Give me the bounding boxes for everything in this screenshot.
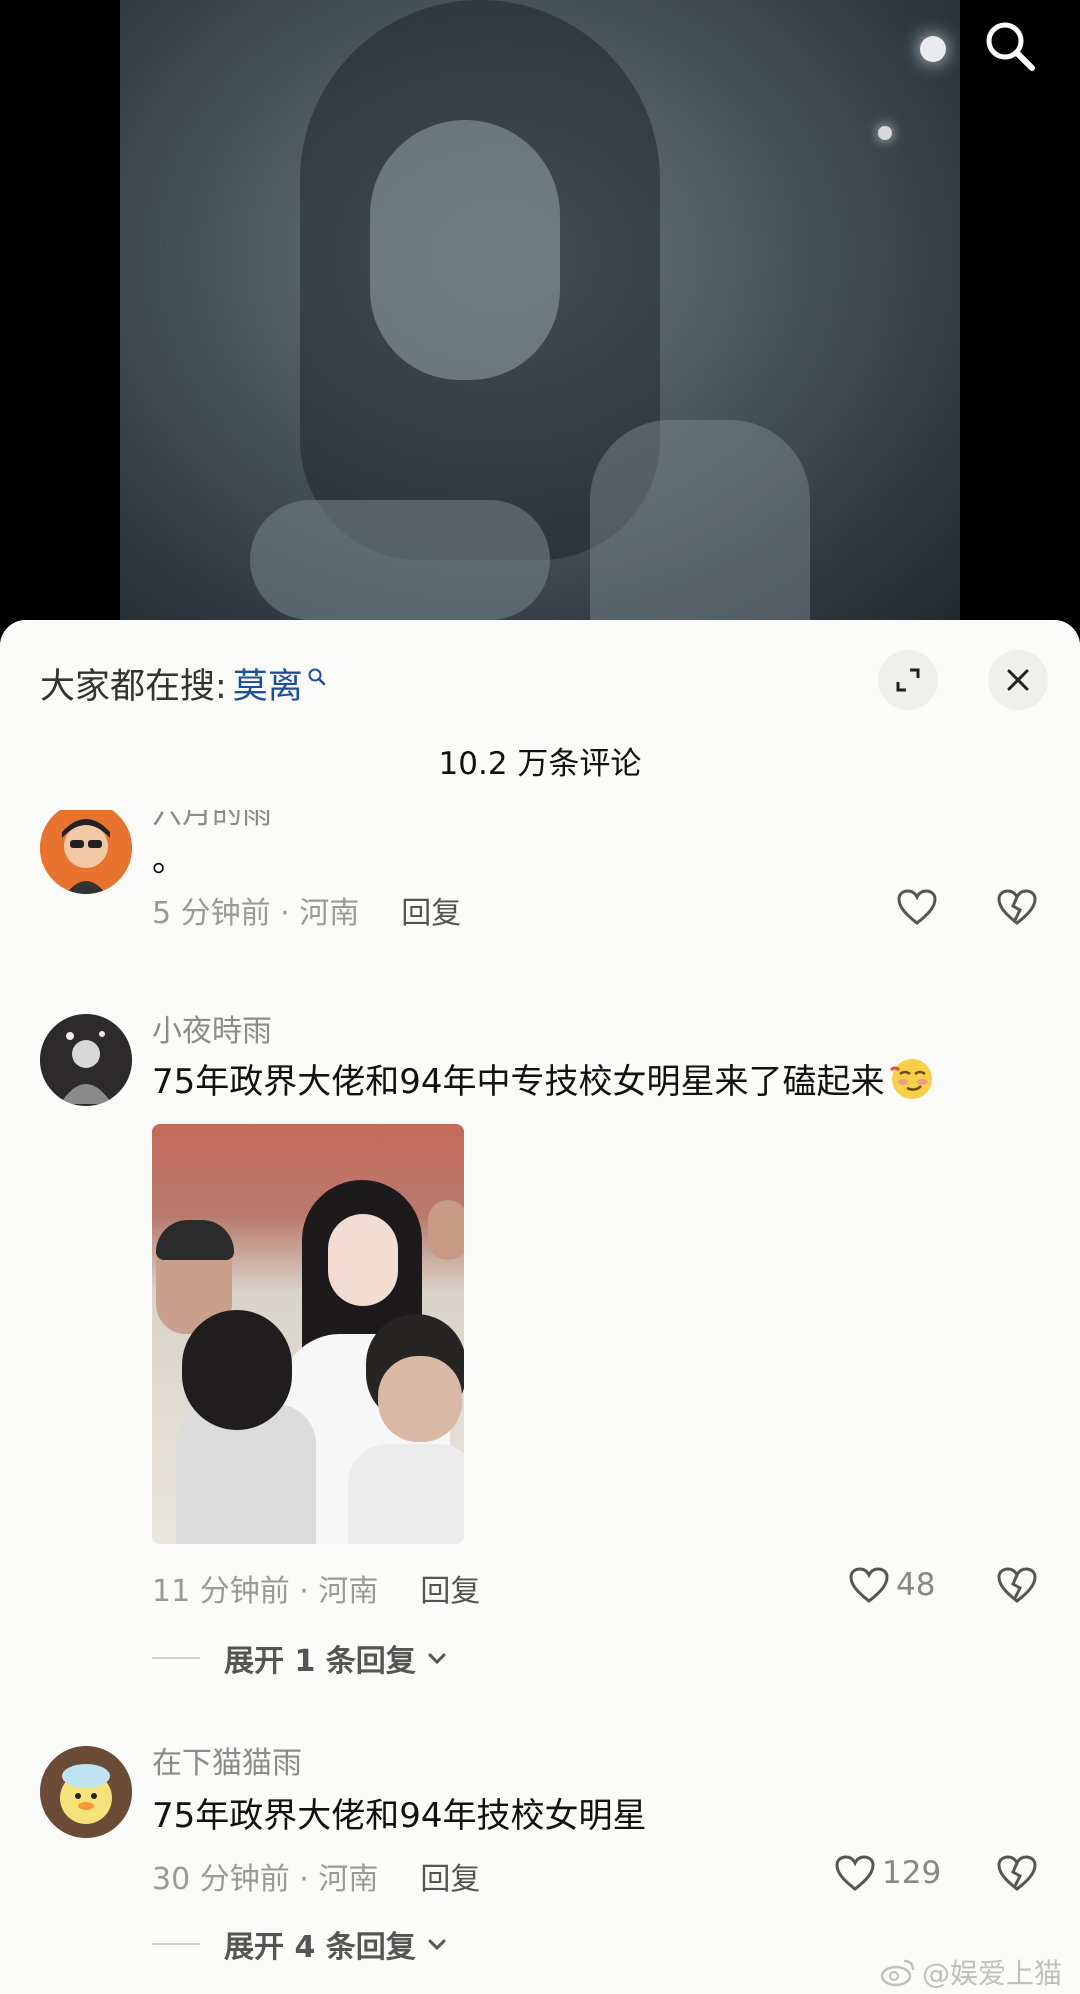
- broken-heart-icon: [997, 889, 1037, 925]
- expand-button[interactable]: [878, 650, 938, 710]
- video-light: [878, 126, 892, 140]
- expand-replies-button[interactable]: 展开 4 条回复: [152, 1922, 448, 1966]
- like-button[interactable]: 48: [848, 1566, 935, 1604]
- photo-figure: [378, 1356, 462, 1442]
- heart-icon: [835, 1855, 875, 1891]
- expand-replies-label: 展开 4 条回复: [224, 1930, 416, 1965]
- broken-heart-icon: [997, 1567, 1037, 1603]
- dislike-button[interactable]: [996, 888, 1038, 930]
- comment-meta: 5 分钟前 · 河南 回复: [152, 888, 461, 932]
- comment-sheet: 六月的雨 。 5 分钟前 · 河南 回复 小夜時雨 75年政界大佬和94年中专技…: [0, 620, 1080, 1994]
- photo-figure: [182, 1310, 292, 1430]
- watermark-text: @娱爱上猫: [922, 1957, 1063, 1990]
- comment-time-location: 5 分钟前 · 河南: [152, 896, 360, 931]
- like-button[interactable]: 129: [834, 1854, 941, 1892]
- broken-heart-icon: [997, 1855, 1037, 1891]
- avatar[interactable]: [40, 1014, 132, 1106]
- photo-figure: [156, 1220, 234, 1260]
- divider: [152, 1943, 200, 1945]
- video-frame[interactable]: [120, 0, 960, 640]
- weibo-icon: [880, 1959, 915, 1987]
- photo-figure: [428, 1200, 464, 1260]
- chevron-down-icon: [428, 1939, 446, 1951]
- comment-text: 。: [152, 840, 186, 880]
- trending-search-keyword[interactable]: 莫离: [233, 658, 303, 709]
- comment-text: 75年政界大佬和94年中专技校女明星来了磕起来: [152, 1054, 935, 1103]
- like-button[interactable]: [896, 888, 938, 926]
- comment-username[interactable]: 小夜時雨: [152, 1006, 272, 1050]
- comment-text: 75年政界大佬和94年技校女明星: [152, 1796, 647, 1836]
- comment-text-content: 75年政界大佬和94年中专技校女明星来了磕起来: [152, 1062, 885, 1102]
- dislike-button[interactable]: [996, 1854, 1038, 1896]
- close-icon: [1007, 669, 1029, 691]
- chevron-down-icon: [428, 1653, 446, 1665]
- video-figure-shoulder: [590, 420, 810, 640]
- comment-username[interactable]: 在下猫猫雨: [152, 1738, 302, 1782]
- reply-button[interactable]: 回复: [401, 888, 461, 932]
- reply-button[interactable]: 回复: [420, 1854, 480, 1898]
- heart-icon: [897, 889, 937, 925]
- expand-icon: [896, 668, 920, 692]
- photo-figure: [328, 1214, 398, 1306]
- search-icon[interactable]: [980, 16, 1040, 76]
- comment-image[interactable]: [152, 1124, 464, 1544]
- close-button[interactable]: [988, 650, 1048, 710]
- reply-button[interactable]: 回复: [420, 1566, 480, 1610]
- heart-icon: [849, 1567, 889, 1603]
- comment-meta: 11 分钟前 · 河南 回复: [152, 1566, 480, 1610]
- video-light: [920, 36, 946, 62]
- comment-sheet-header: 大家都在搜: 莫离 10.2 万条评论: [0, 620, 1080, 810]
- expand-replies-label: 展开 1 条回复: [224, 1644, 416, 1679]
- dislike-button[interactable]: [996, 1566, 1038, 1608]
- expand-replies-button[interactable]: 展开 1 条回复: [152, 1636, 448, 1680]
- comment-time-location: 11 分钟前 · 河南: [152, 1574, 379, 1609]
- divider: [152, 1657, 200, 1659]
- like-count: 48: [896, 1567, 936, 1603]
- comment-count: 10.2 万条评论: [438, 746, 642, 782]
- video-figure-face: [370, 120, 560, 380]
- avatar[interactable]: [40, 1746, 132, 1838]
- trending-search-label: 大家都在搜:: [40, 667, 227, 707]
- watermark: @娱爱上猫: [880, 1952, 1062, 1992]
- trending-search: 大家都在搜: 莫离: [40, 658, 327, 709]
- smirk-face-emoji: [889, 1058, 932, 1099]
- video-player[interactable]: [0, 0, 1080, 640]
- video-figure-hand: [250, 500, 550, 620]
- like-count: 129: [882, 1855, 942, 1891]
- photo-figure: [348, 1444, 464, 1544]
- search-icon[interactable]: [307, 667, 327, 687]
- comment-meta: 30 分钟前 · 河南 回复: [152, 1854, 480, 1898]
- comment-time-location: 30 分钟前 · 河南: [152, 1862, 379, 1897]
- avatar[interactable]: [40, 802, 132, 894]
